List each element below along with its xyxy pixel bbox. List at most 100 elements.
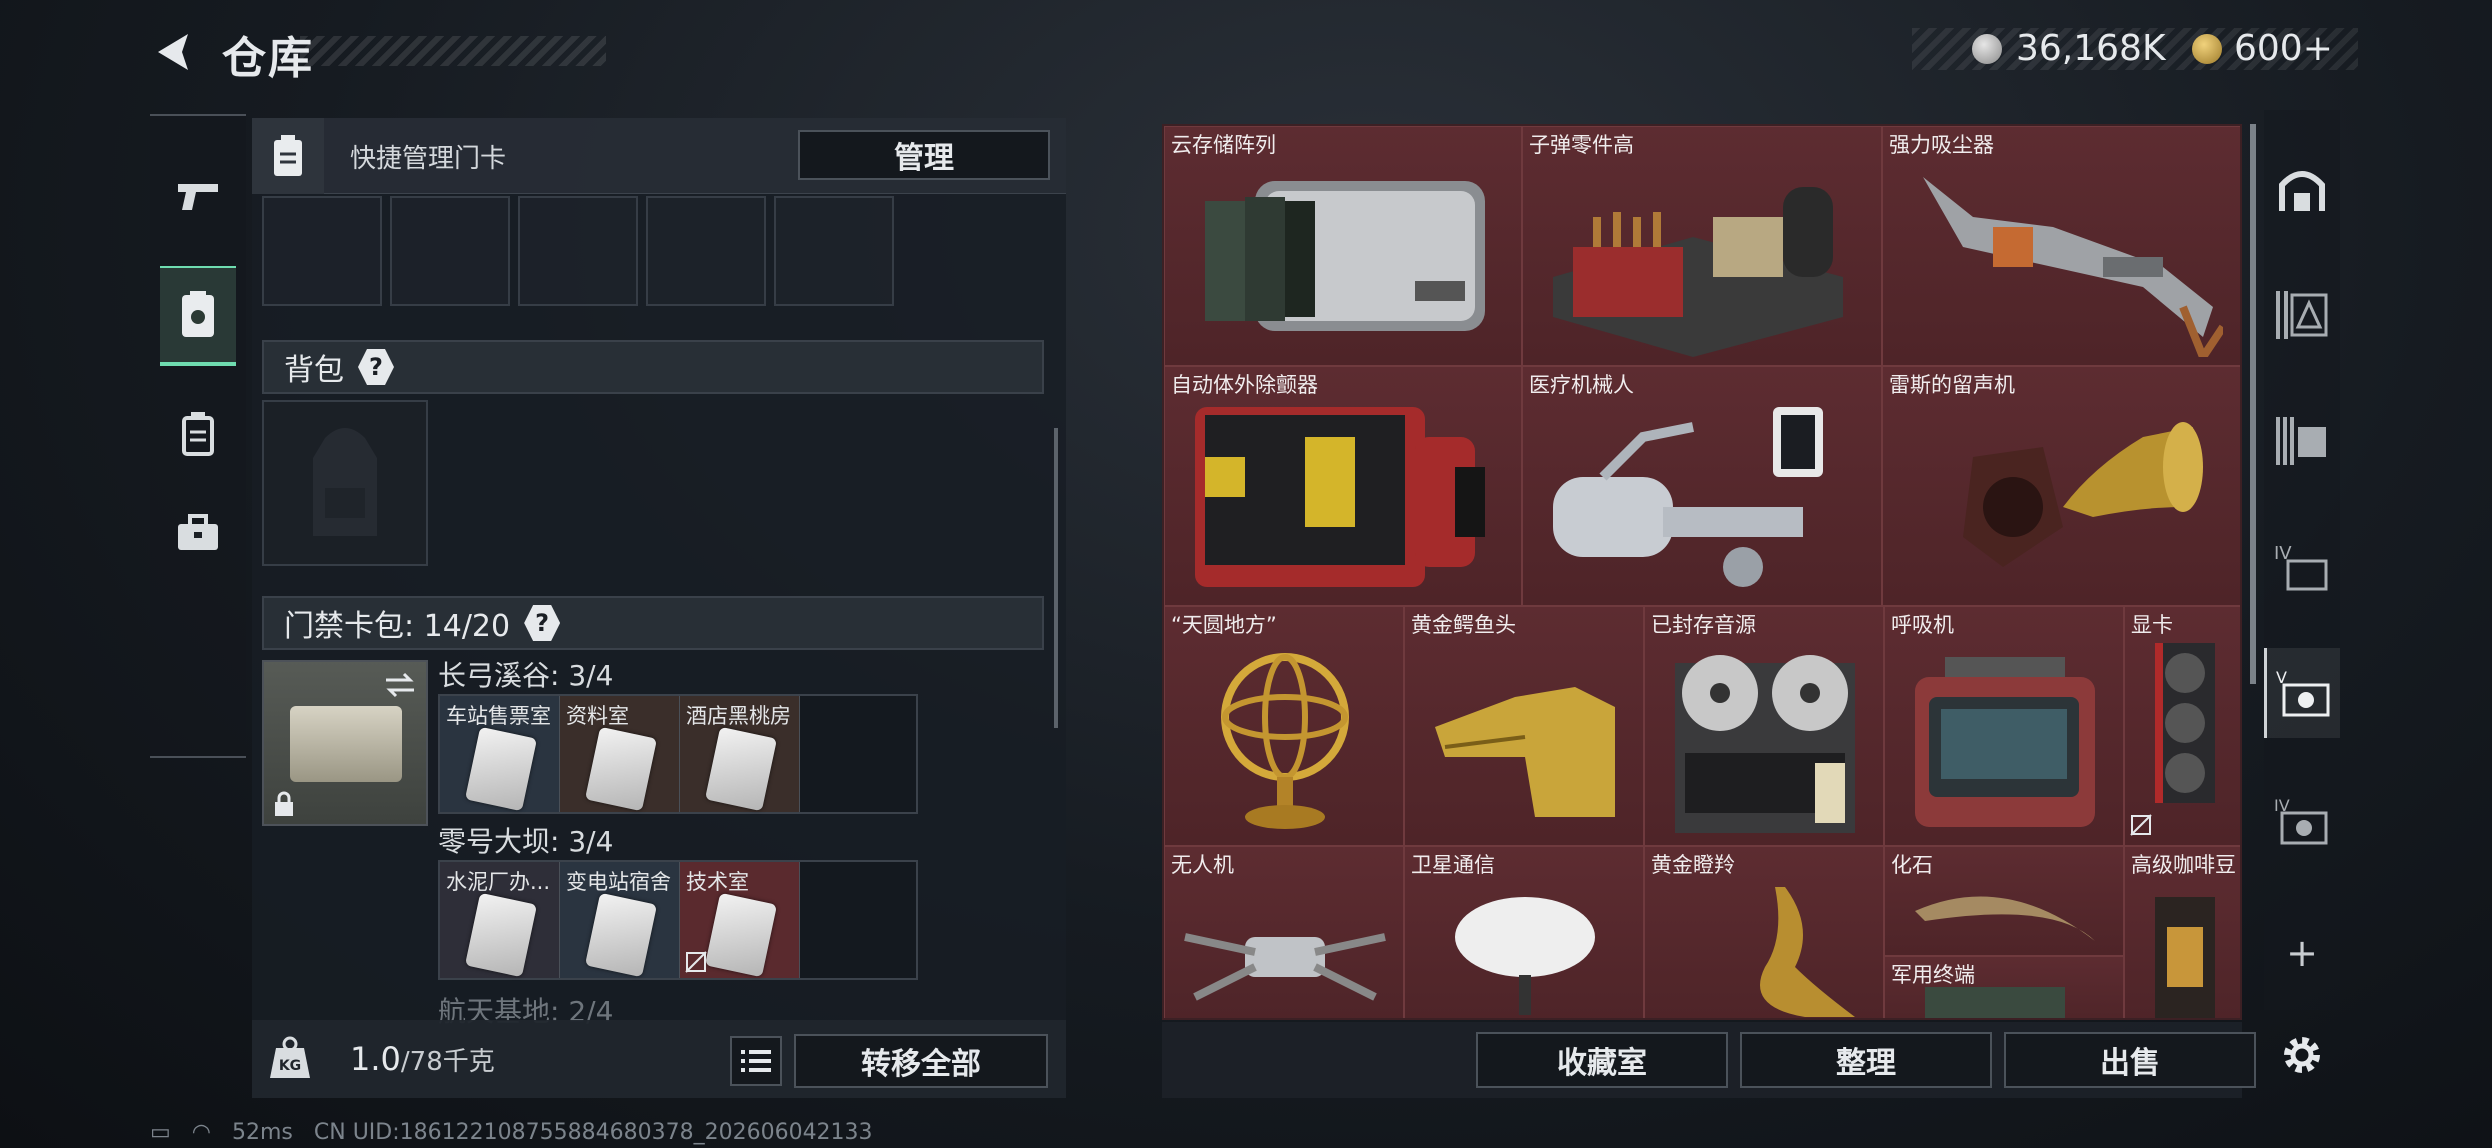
backpack-header: 背包 ?: [262, 340, 1044, 394]
item-medical-robot[interactable]: 医疗机械人: [1522, 366, 1882, 606]
keycard-group-label: 长弓溪谷: 3/4: [438, 659, 614, 692]
settings-button[interactable]: [2264, 1010, 2340, 1100]
toolbox-icon: [178, 514, 218, 550]
gold-currency-value[interactable]: 600+: [2234, 28, 2333, 69]
keycard-item[interactable]: 变电站宿舍: [560, 862, 680, 978]
storage-page-4[interactable]: IV: [2264, 522, 2340, 612]
item-name: 卫星通信: [1411, 853, 1495, 877]
quick-card-slot[interactable]: [774, 196, 894, 306]
item-satellite-comm[interactable]: 卫星通信: [1404, 846, 1644, 1018]
silver-coin-icon: [1972, 34, 2002, 64]
item-golden-gazelle[interactable]: 黄金瞪羚: [1644, 846, 1884, 1018]
no-insure-icon: [685, 951, 707, 973]
gpu-image: [2155, 643, 2215, 803]
swap-arrows-icon[interactable]: [382, 670, 418, 700]
storage-page-main[interactable]: [2264, 146, 2340, 236]
item-name: 黄金鳄鱼头: [1411, 613, 1516, 637]
keycard-empty-slot[interactable]: [800, 696, 920, 812]
collection-room-button[interactable]: 收藏室: [1476, 1032, 1728, 1088]
item-armillary-sphere[interactable]: “天圆地方”: [1164, 606, 1404, 846]
gazelle-statue-image: [1760, 887, 1855, 1017]
storage-tier-icon: V: [2276, 668, 2329, 717]
keycard-item[interactable]: 酒店黑桃房: [680, 696, 800, 812]
armillary-image: [1221, 653, 1349, 829]
list-view-button[interactable]: [730, 1036, 782, 1086]
backpack-label: 背包: [284, 353, 344, 388]
silver-currency-value: 36,168K: [2016, 28, 2166, 69]
keycard-case-icon: [252, 118, 324, 194]
manage-button[interactable]: 管理: [798, 130, 1050, 180]
item-name: 呼吸机: [1891, 613, 1954, 637]
status-bar: ▭ ◠ 52ms CN UID:18612210875588468​0378_2…: [150, 1120, 887, 1145]
quick-card-slot[interactable]: [262, 196, 382, 306]
keycard-name: 酒店黑桃房: [686, 704, 791, 728]
quick-card-slot[interactable]: [518, 196, 638, 306]
keycard-item[interactable]: 车站售票室: [440, 696, 560, 812]
uid-text: CN UID:18612210875588468​0378_2026060421…: [313, 1120, 873, 1145]
nav-keycards[interactable]: [160, 266, 236, 366]
no-insure-icon: [2130, 814, 2152, 836]
storage-tier-icon: [2276, 417, 2326, 465]
storage-grid: 云存储阵列 子弹零件高 强力吸尘器 自动体外除颤器 医疗机械人 雷斯的留声机 “…: [1162, 124, 2242, 1020]
panel-scrollbar[interactable]: [1054, 428, 1058, 728]
item-phonograph[interactable]: 雷斯的留声机: [1882, 366, 2240, 606]
keycard-name: 技术室: [686, 870, 749, 894]
keycard-image: [464, 892, 538, 978]
keycard-name: 资料室: [566, 704, 629, 728]
item-cloud-storage-array[interactable]: 云存储阵列: [1164, 126, 1522, 366]
item-power-vacuum[interactable]: 强力吸尘器: [1882, 126, 2240, 366]
sell-button[interactable]: 出售: [2004, 1032, 2256, 1088]
keycard-item[interactable]: 资料室: [560, 696, 680, 812]
item-fossil[interactable]: 化石: [1884, 846, 2124, 956]
add-storage-button[interactable]: +: [2264, 908, 2340, 998]
item-aed[interactable]: 自动体外除颤器: [1164, 366, 1522, 606]
storage-page-5[interactable]: V: [2264, 648, 2340, 738]
item-military-terminal[interactable]: 军用终端: [1884, 956, 2124, 1018]
storage-tier-icon: IV: [2274, 796, 2328, 845]
help-icon[interactable]: ?: [524, 605, 561, 641]
weight-current: 1.0: [350, 1040, 401, 1078]
item-name: 医疗机械人: [1529, 373, 1634, 397]
sort-button[interactable]: 整理: [1740, 1032, 1992, 1088]
lock-icon: [275, 791, 293, 816]
grid-scrollbar[interactable]: [2250, 124, 2256, 684]
item-premium-coffee[interactable]: 高级咖啡豆: [2124, 846, 2240, 1018]
item-name: 高级咖啡豆: [2131, 853, 2236, 877]
item-sealed-audio[interactable]: 已封存音源: [1644, 606, 1884, 846]
keycard-pack-slot[interactable]: [262, 660, 428, 826]
nav-toolbox[interactable]: [160, 484, 236, 584]
list-icon: [741, 1050, 771, 1072]
quick-card-slot[interactable]: [646, 196, 766, 306]
nav-weapons[interactable]: [160, 146, 236, 246]
quick-card-slot[interactable]: [390, 196, 510, 306]
satellite-dish-image: [1455, 897, 1595, 1015]
battery-icon: ▭: [150, 1120, 171, 1145]
item-graphics-card[interactable]: 显卡: [2124, 606, 2240, 846]
help-icon[interactable]: ?: [358, 349, 394, 385]
storage-page-3[interactable]: [2264, 396, 2340, 486]
item-golden-croc-head[interactable]: 黄金鳄鱼头: [1404, 606, 1644, 846]
keycard-empty-slot[interactable]: [800, 862, 920, 978]
storage-page-6[interactable]: IV: [2264, 776, 2340, 866]
transfer-all-button[interactable]: 转移全部: [794, 1034, 1048, 1088]
storage-shelf-icon: [2279, 171, 2325, 211]
back-arrow-icon[interactable]: [150, 28, 198, 76]
ventilator-image: [1915, 657, 2095, 827]
storage-tier-icon: [2276, 291, 2328, 339]
item-drone[interactable]: 无人机: [1164, 846, 1404, 1018]
item-ventilator[interactable]: 呼吸机: [1884, 606, 2124, 846]
title-decoration: [300, 36, 606, 66]
phonograph-image: [1963, 422, 2203, 567]
item-bullet-parts[interactable]: 子弹零件高: [1522, 126, 1882, 366]
storage-tier-icon: IV: [2274, 543, 2328, 591]
terminal-image: [1925, 987, 2065, 1018]
keycard-item[interactable]: 水泥厂办...: [440, 862, 560, 978]
backpack-silhouette-icon: [313, 428, 377, 536]
storage-page-2[interactable]: [2264, 270, 2340, 360]
keycard-item[interactable]: 技术室: [680, 862, 800, 978]
item-name: 雷斯的留声机: [1889, 373, 2015, 397]
item-name: 显卡: [2131, 613, 2173, 637]
item-name: “天圆地方”: [1171, 613, 1277, 637]
nav-storage-case[interactable]: [160, 384, 236, 484]
backpack-slot[interactable]: [262, 400, 428, 566]
